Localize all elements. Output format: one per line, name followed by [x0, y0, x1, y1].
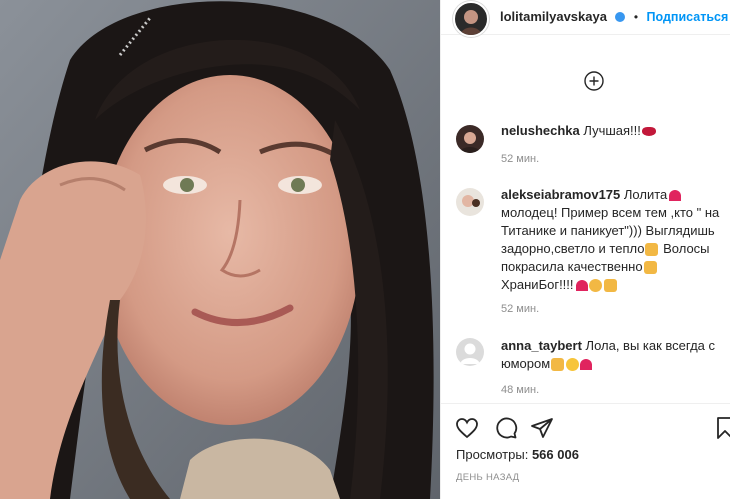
post-timestamp[interactable]: ДЕНЬ НАЗАД: [456, 472, 519, 483]
lips-emoji: [641, 127, 656, 137]
commenter-avatar[interactable]: [456, 338, 484, 366]
comment-time[interactable]: 48 мин.: [501, 384, 539, 396]
post-media[interactable]: [0, 0, 440, 499]
comment-text-line: Лола, вы как всегда с: [585, 338, 716, 353]
views-count[interactable]: 566 006: [532, 447, 579, 462]
comment-text-line: покрасила качественно: [501, 259, 643, 274]
comment-username[interactable]: alekseiabramov175: [501, 187, 620, 202]
follow-button[interactable]: Подписаться: [647, 10, 729, 24]
post-side-panel: lolitamilyavskaya • Подписаться nelushec…: [440, 0, 730, 499]
header-separator: •: [633, 10, 639, 24]
author-username[interactable]: lolitamilyavskaya: [500, 9, 607, 24]
pray-emoji: [603, 279, 617, 293]
red-heart-emoji: [669, 190, 682, 202]
red-heart-emoji: [575, 280, 588, 292]
comment-text-line: Лолита: [623, 187, 668, 202]
comment-text-line: ХраниБог!!!!: [501, 277, 574, 292]
commenter-avatar[interactable]: [456, 125, 484, 153]
comment-text-line: юмором: [501, 356, 551, 371]
comment-icon[interactable]: [494, 416, 518, 440]
views-label: Просмотры:: [456, 447, 529, 462]
author-avatar[interactable]: [453, 1, 489, 37]
clap-emoji: [588, 279, 602, 293]
comment-username[interactable]: nelushechka: [501, 123, 580, 138]
pray-emoji: [645, 243, 659, 257]
post-header: lolitamilyavskaya • Подписаться: [441, 0, 730, 37]
comment-time[interactable]: 52 мин.: [501, 153, 539, 165]
heart-icon[interactable]: [455, 416, 479, 440]
pray-emoji: [643, 261, 657, 275]
thumbs-up-emoji: [551, 358, 565, 372]
comment-text-line: Волосы: [663, 241, 710, 256]
bookmark-icon[interactable]: [713, 416, 730, 440]
red-heart-emoji: [580, 359, 593, 371]
load-more-comments-icon[interactable]: [584, 71, 604, 91]
comment-text: Лучшая!!!: [583, 123, 641, 138]
commenter-avatar[interactable]: [456, 188, 484, 216]
comment-text-line: Титанике и паникует"))) Выглядишь: [501, 223, 715, 238]
comment-time[interactable]: 52 мин.: [501, 303, 539, 315]
post-photo: [0, 0, 440, 499]
comment-text-line: молодец! Пример всем тем ,кто " на: [501, 205, 720, 220]
verified-badge-icon: [615, 11, 626, 22]
share-icon[interactable]: [530, 416, 554, 440]
comment-text-line: задорно,светло и тепло: [501, 241, 645, 256]
comment-username[interactable]: anna_taybert: [501, 338, 582, 353]
heart-eyes-emoji: [566, 358, 580, 372]
